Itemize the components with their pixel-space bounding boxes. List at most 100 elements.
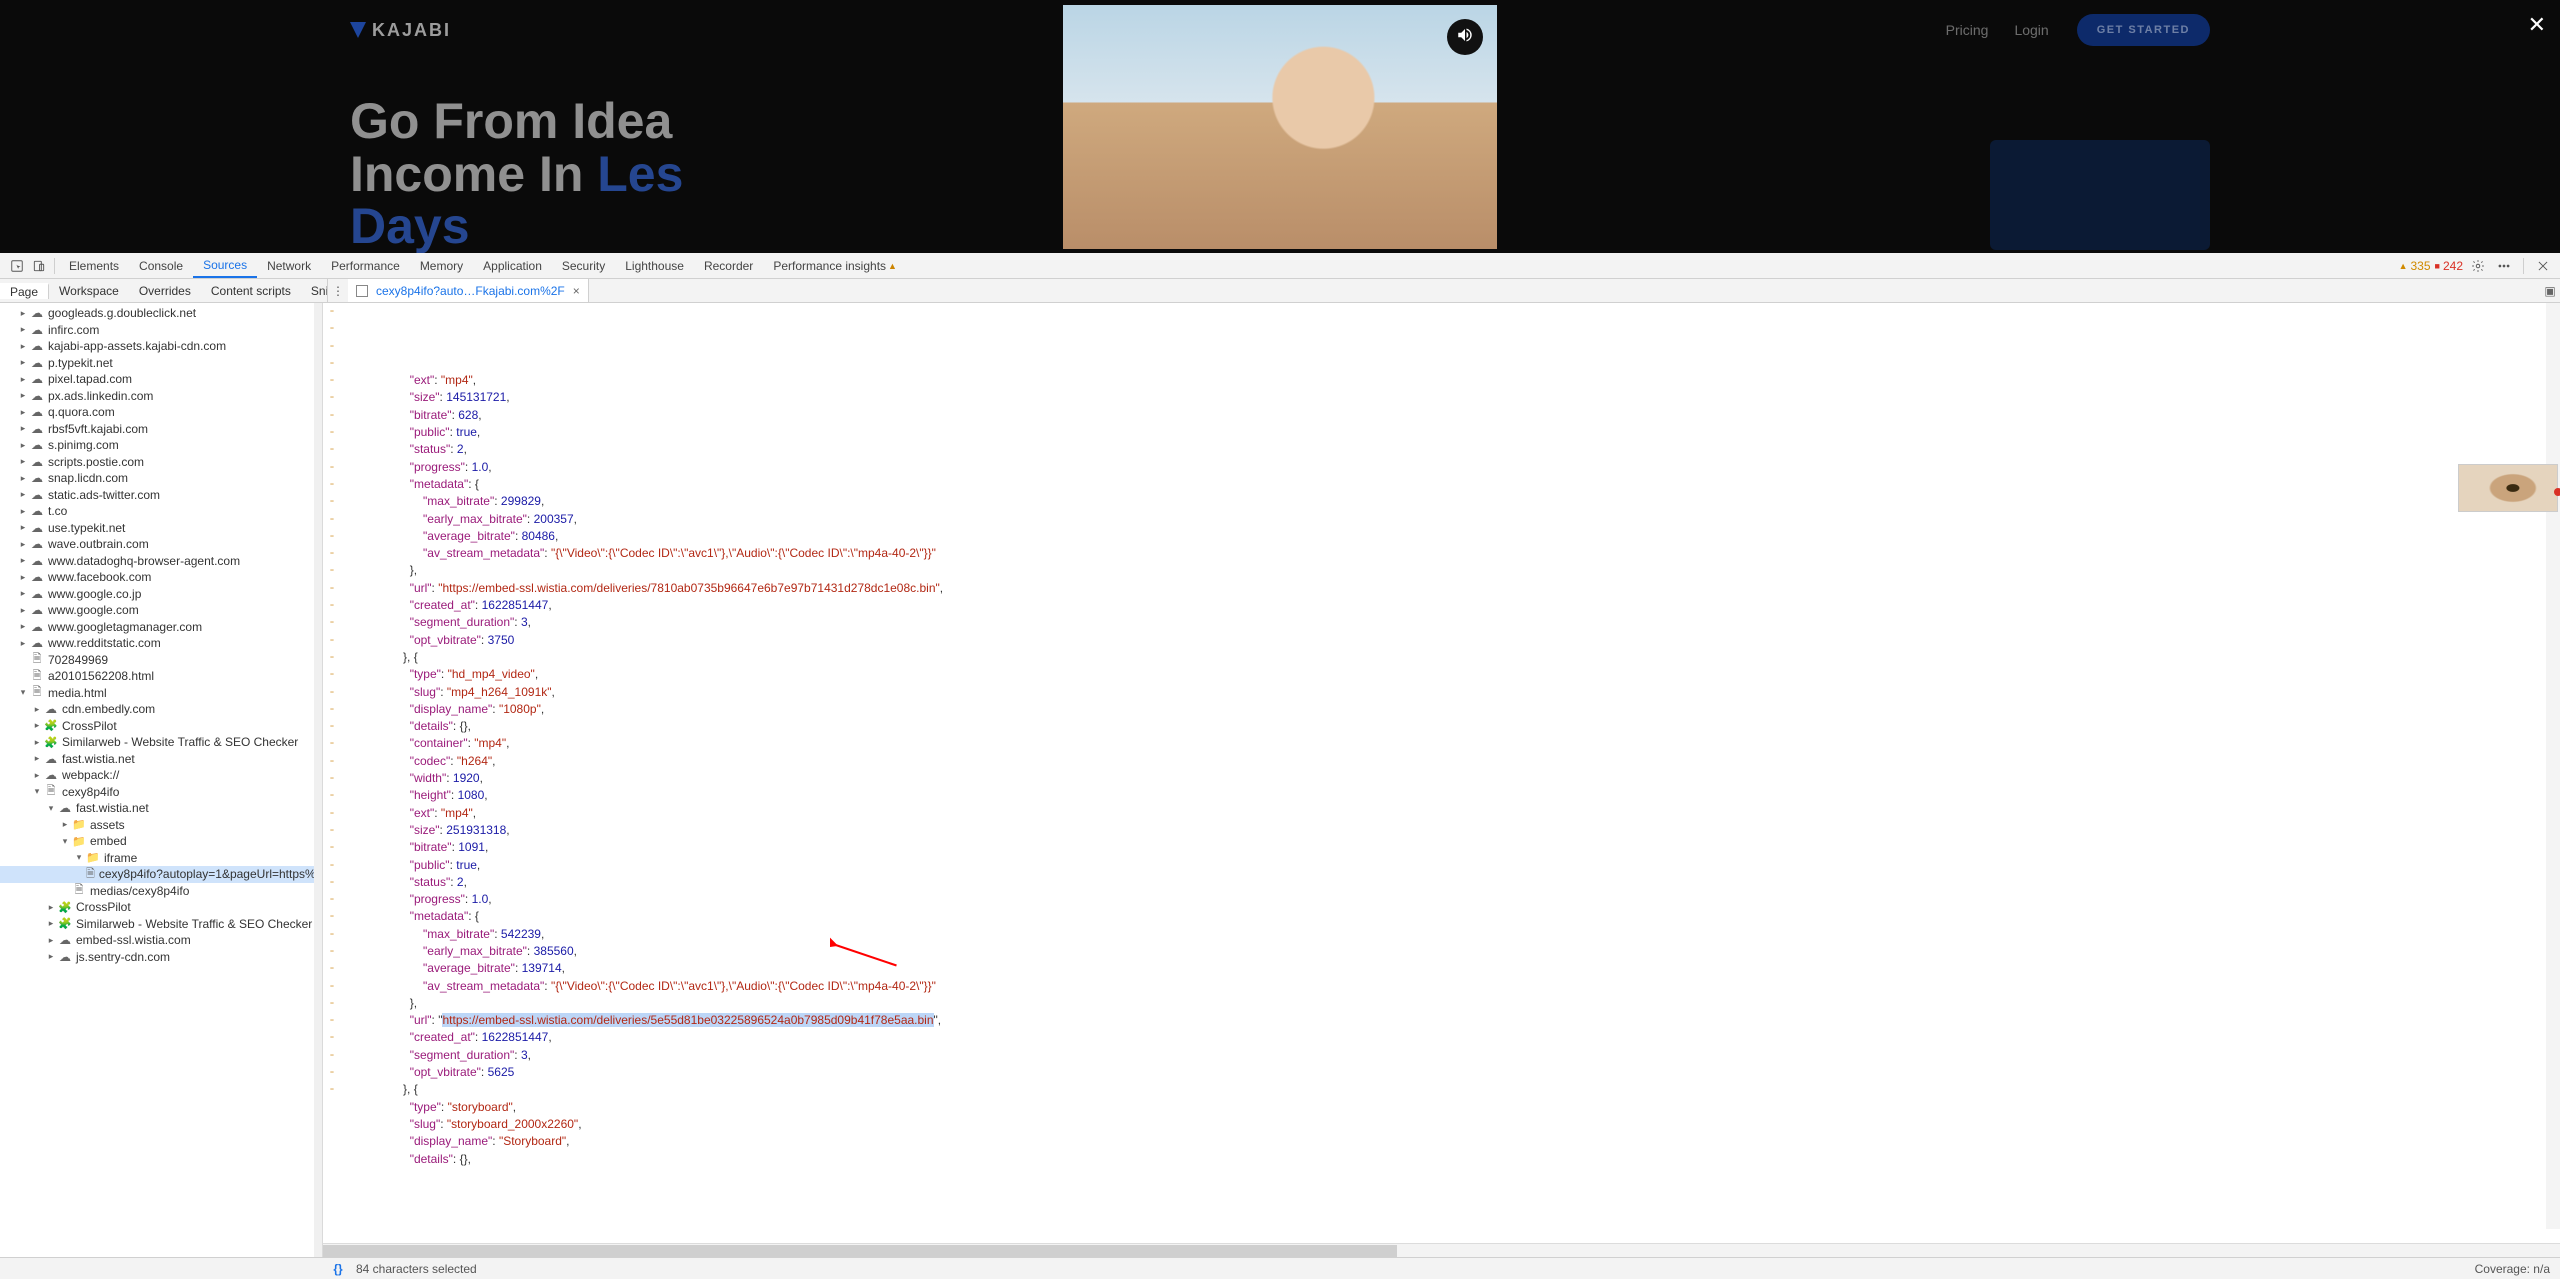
tree-row[interactable]: ▸www.redditstatic.com xyxy=(0,635,322,652)
tree-row[interactable]: ▸snap.licdn.com xyxy=(0,470,322,487)
disclosure-icon[interactable]: ▸ xyxy=(30,737,44,748)
disclosure-icon[interactable]: ▸ xyxy=(16,357,30,368)
tree-row[interactable]: ▸CrossPilot xyxy=(0,899,322,916)
sources-subtab-content-scripts[interactable]: Content scripts xyxy=(201,284,301,298)
tree-row[interactable]: ▸wave.outbrain.com xyxy=(0,536,322,553)
audio-button[interactable] xyxy=(1447,19,1483,55)
disclosure-icon[interactable]: ▸ xyxy=(30,720,44,731)
tree-row[interactable]: ▸infirc.com xyxy=(0,322,322,339)
tree-row[interactable]: ▾fast.wistia.net xyxy=(0,800,322,817)
tree-row[interactable]: ▸use.typekit.net xyxy=(0,520,322,537)
disclosure-icon[interactable]: ▾ xyxy=(44,803,58,814)
devtools-tab-elements[interactable]: Elements xyxy=(59,253,129,278)
disclosure-icon[interactable]: ▸ xyxy=(16,638,30,649)
subtab-more-icon[interactable]: ⋮ xyxy=(328,284,348,298)
inspect-icon[interactable] xyxy=(6,255,28,277)
tree-row[interactable]: ▾media.html xyxy=(0,685,322,702)
tree-row[interactable]: ▸static.ads-twitter.com xyxy=(0,487,322,504)
tree-row[interactable]: ▸Similarweb - Website Traffic & SEO Chec… xyxy=(0,916,322,933)
disclosure-icon[interactable]: ▸ xyxy=(44,935,58,946)
errors-badge[interactable]: 242 xyxy=(2435,259,2463,273)
disclosure-icon[interactable]: ▾ xyxy=(72,852,86,863)
code-scrollbar-h[interactable] xyxy=(323,1243,2560,1257)
code-editor[interactable]: - - - - - - - - - - - - - - - - - - - - … xyxy=(323,303,2560,1243)
disclosure-icon[interactable]: ▸ xyxy=(16,539,30,550)
disclosure-icon[interactable]: ▸ xyxy=(16,572,30,583)
tree-row[interactable]: ▸assets xyxy=(0,817,322,834)
pip-close-icon[interactable] xyxy=(2554,488,2560,496)
devtools-tab-lighthouse[interactable]: Lighthouse xyxy=(615,253,694,278)
disclosure-icon[interactable]: ▸ xyxy=(16,588,30,599)
devtools-close-icon[interactable] xyxy=(2532,255,2554,277)
tree-row[interactable]: ▸www.googletagmanager.com xyxy=(0,619,322,636)
devtools-tab-performance-insights[interactable]: Performance insights▲ xyxy=(763,253,907,278)
tree-scrollbar[interactable] xyxy=(314,303,322,1257)
tree-row[interactable]: ▸webpack:// xyxy=(0,767,322,784)
tree-row[interactable]: ▸CrossPilot xyxy=(0,718,322,735)
devtools-tab-console[interactable]: Console xyxy=(129,253,193,278)
disclosure-icon[interactable]: ▸ xyxy=(16,324,30,335)
tree-row[interactable]: cexy8p4ifo?autoplay=1&pageUrl=https%3A%2… xyxy=(0,866,322,883)
disclosure-icon[interactable]: ▸ xyxy=(30,770,44,781)
disclosure-icon[interactable]: ▸ xyxy=(30,753,44,764)
settings-icon[interactable] xyxy=(2467,255,2489,277)
pretty-print-icon[interactable]: {} xyxy=(326,1262,350,1276)
tree-row[interactable]: ▸rbsf5vft.kajabi.com xyxy=(0,421,322,438)
disclosure-icon[interactable]: ▸ xyxy=(44,951,58,962)
disclosure-icon[interactable]: ▸ xyxy=(16,423,30,434)
more-icon[interactable] xyxy=(2493,255,2515,277)
tree-row[interactable]: ▸px.ads.linkedin.com xyxy=(0,388,322,405)
tree-row[interactable]: ▸fast.wistia.net xyxy=(0,751,322,768)
cta-button[interactable]: GET STARTED xyxy=(2077,14,2210,46)
disclosure-icon[interactable]: ▸ xyxy=(16,308,30,319)
tree-row[interactable]: ▸scripts.postie.com xyxy=(0,454,322,471)
warnings-badge[interactable]: 335 xyxy=(2399,259,2431,273)
nav-login[interactable]: Login xyxy=(2014,22,2048,38)
tree-row[interactable]: ▸pixel.tapad.com xyxy=(0,371,322,388)
disclosure-icon[interactable]: ▾ xyxy=(58,836,72,847)
disclosure-icon[interactable]: ▸ xyxy=(30,704,44,715)
disclosure-icon[interactable]: ▸ xyxy=(44,918,58,929)
disclosure-icon[interactable]: ▸ xyxy=(16,473,30,484)
tree-row[interactable]: ▾cexy8p4ifo xyxy=(0,784,322,801)
tree-row[interactable]: ▾embed xyxy=(0,833,322,850)
tree-row[interactable]: ▸q.quora.com xyxy=(0,404,322,421)
code-scrollbar-v[interactable] xyxy=(2546,303,2560,1229)
tree-row[interactable]: ▸www.datadoghq-browser-agent.com xyxy=(0,553,322,570)
tree-row[interactable]: ▸p.typekit.net xyxy=(0,355,322,372)
tree-row[interactable]: ▸googleads.g.doubleclick.net xyxy=(0,305,322,322)
disclosure-icon[interactable]: ▸ xyxy=(58,819,72,830)
tree-row[interactable]: ▸kajabi-app-assets.kajabi-cdn.com xyxy=(0,338,322,355)
devtools-tab-recorder[interactable]: Recorder xyxy=(694,253,763,278)
devtools-tab-sources[interactable]: Sources xyxy=(193,253,257,278)
close-icon[interactable]: ✕ xyxy=(2528,12,2546,38)
disclosure-icon[interactable]: ▾ xyxy=(30,786,44,797)
tree-row[interactable]: ▾iframe xyxy=(0,850,322,867)
devtools-tab-network[interactable]: Network xyxy=(257,253,321,278)
disclosure-icon[interactable]: ▸ xyxy=(16,374,30,385)
tree-row[interactable]: medias/cexy8p4ifo xyxy=(0,883,322,900)
disclosure-icon[interactable]: ▸ xyxy=(16,390,30,401)
tree-row[interactable]: ▸js.sentry-cdn.com xyxy=(0,949,322,966)
disclosure-icon[interactable]: ▾ xyxy=(16,687,30,698)
sources-subtab-workspace[interactable]: Workspace xyxy=(49,284,129,298)
devtools-tab-performance[interactable]: Performance xyxy=(321,253,410,278)
devtools-tab-application[interactable]: Application xyxy=(473,253,552,278)
tree-row[interactable]: a20101562208.html xyxy=(0,668,322,685)
disclosure-icon[interactable]: ▸ xyxy=(16,341,30,352)
file-tree[interactable]: ▸googleads.g.doubleclick.net▸infirc.com▸… xyxy=(0,303,323,1257)
disclosure-icon[interactable]: ▸ xyxy=(44,902,58,913)
tree-row[interactable]: ▸www.facebook.com xyxy=(0,569,322,586)
video-player[interactable] xyxy=(1063,5,1497,249)
devtools-tab-security[interactable]: Security xyxy=(552,253,615,278)
dock-icon[interactable]: ▣ xyxy=(2540,284,2560,298)
device-toggle-icon[interactable] xyxy=(28,255,50,277)
tree-row[interactable]: ▸www.google.com xyxy=(0,602,322,619)
close-file-icon[interactable]: × xyxy=(573,284,580,298)
disclosure-icon[interactable]: ▸ xyxy=(16,555,30,566)
tree-row[interactable]: ▸www.google.co.jp xyxy=(0,586,322,603)
disclosure-icon[interactable]: ▸ xyxy=(16,605,30,616)
disclosure-icon[interactable]: ▸ xyxy=(16,621,30,632)
tree-row[interactable]: ▸s.pinimg.com xyxy=(0,437,322,454)
sources-subtab-overrides[interactable]: Overrides xyxy=(129,284,201,298)
